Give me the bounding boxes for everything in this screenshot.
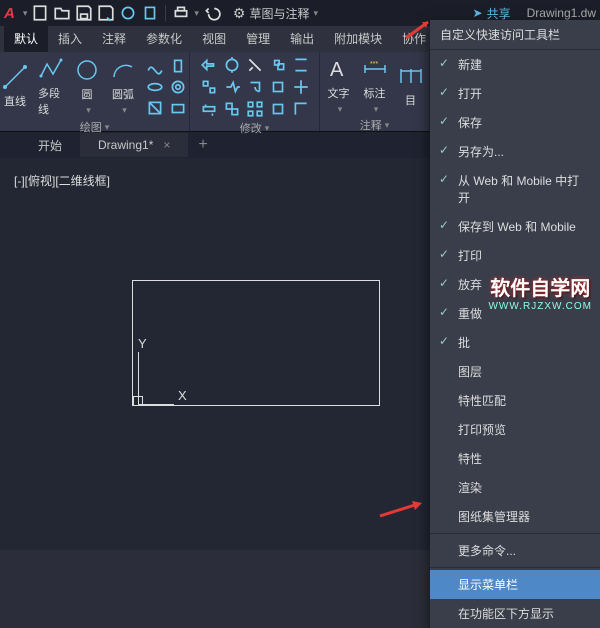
menu-separator bbox=[430, 533, 600, 534]
polyline-button[interactable]: 多段线 bbox=[38, 56, 64, 117]
axis-y-label: Y bbox=[138, 336, 147, 351]
ribbon-tab-parametric[interactable]: 参数化 bbox=[136, 25, 192, 52]
drawn-rectangle[interactable] bbox=[132, 280, 380, 406]
svg-text:A: A bbox=[330, 59, 344, 81]
workspace-label: 草图与注释 bbox=[249, 5, 309, 22]
menu-item-render[interactable]: 渲染 bbox=[430, 473, 600, 502]
table-button[interactable]: 目 bbox=[398, 63, 424, 108]
ucs-origin bbox=[133, 396, 143, 406]
print-icon[interactable] bbox=[172, 4, 190, 22]
web-open-icon[interactable] bbox=[119, 4, 137, 22]
web-save-icon[interactable] bbox=[141, 4, 159, 22]
doc-tab-start[interactable]: 开始 bbox=[20, 132, 80, 159]
panel-annot: A文字 ***标注 目 注释▾ bbox=[320, 52, 430, 131]
line-button[interactable]: 直线 bbox=[2, 64, 28, 109]
annotation-arrow-2 bbox=[378, 498, 424, 520]
panel-modify-label: 修改 bbox=[240, 120, 262, 136]
ribbon-tab-manage[interactable]: 管理 bbox=[236, 25, 280, 52]
qat-caret[interactable]: ▾ bbox=[194, 8, 199, 19]
menu-item-showbelow[interactable]: 在功能区下方显示 bbox=[430, 599, 600, 628]
qat-customize-menu: 自定义快速访问工具栏 新建 打开 保存 另存为... 从 Web 和 Mobil… bbox=[430, 20, 600, 628]
panel-modify: 修改▾ bbox=[190, 52, 320, 131]
app-menu-caret[interactable]: ▾ bbox=[23, 8, 28, 19]
menu-header: 自定义快速访问工具栏 bbox=[430, 20, 600, 50]
menu-item-webopen[interactable]: 从 Web 和 Mobile 中打开 bbox=[430, 166, 600, 212]
menu-item-websave[interactable]: 保存到 Web 和 Mobile bbox=[430, 212, 600, 241]
gear-icon: ⚙ bbox=[233, 5, 246, 22]
menu-item-sheetset[interactable]: 图纸集管理器 bbox=[430, 502, 600, 531]
document-name: Drawing1.dw bbox=[527, 6, 596, 20]
share-button[interactable]: ➤ 共享 bbox=[473, 5, 511, 22]
undo-icon[interactable] bbox=[203, 4, 221, 22]
ribbon-tab-insert[interactable]: 插入 bbox=[48, 25, 92, 52]
menu-item-print[interactable]: 打印 bbox=[430, 241, 600, 270]
menu-item-partial[interactable]: 批 bbox=[430, 328, 600, 357]
annotation-arrow-1 bbox=[404, 18, 434, 40]
menu-item-open[interactable]: 打开 bbox=[430, 79, 600, 108]
menu-item-showmenubar[interactable]: 显示菜单栏 bbox=[430, 570, 600, 599]
ucs-x-axis bbox=[138, 404, 174, 405]
chevron-down-icon: ▾ bbox=[313, 8, 318, 19]
ribbon-tab-view[interactable]: 视图 bbox=[192, 25, 236, 52]
menu-item-properties[interactable]: 特性 bbox=[430, 444, 600, 473]
menu-item-printpreview[interactable]: 打印预览 bbox=[430, 415, 600, 444]
dim-button[interactable]: ***标注 bbox=[362, 56, 388, 115]
menu-item-new[interactable]: 新建 bbox=[430, 50, 600, 79]
new-icon[interactable] bbox=[31, 4, 49, 22]
saveas-icon[interactable] bbox=[97, 4, 115, 22]
ribbon-tab-output[interactable]: 输出 bbox=[280, 25, 324, 52]
modify-row1[interactable] bbox=[200, 56, 310, 74]
ribbon-tab-addins[interactable]: 附加模块 bbox=[324, 25, 392, 52]
open-icon[interactable] bbox=[53, 4, 71, 22]
save-icon[interactable] bbox=[75, 4, 93, 22]
share-label: 共享 bbox=[487, 5, 511, 22]
text-button[interactable]: A文字 bbox=[326, 56, 352, 115]
menu-separator bbox=[430, 567, 600, 568]
menu-item-matchprop[interactable]: 特性匹配 bbox=[430, 386, 600, 415]
draw-row2[interactable] bbox=[146, 78, 187, 96]
doc-tab-add[interactable]: + bbox=[188, 136, 217, 154]
menu-item-layer[interactable]: 图层 bbox=[430, 357, 600, 386]
svg-text:***: *** bbox=[370, 61, 378, 68]
viewport-label[interactable]: [-][俯视][二维线框] bbox=[14, 172, 110, 189]
axis-x-label: X bbox=[178, 388, 187, 403]
ribbon-tab-default[interactable]: 默认 bbox=[4, 25, 48, 52]
panel-draw: 直线 多段线 圆 圆弧 绘图▾ bbox=[0, 52, 190, 131]
circle-button[interactable]: 圆 bbox=[74, 57, 100, 116]
ribbon-tab-annotate[interactable]: 注释 bbox=[92, 25, 136, 52]
watermark-text: 软件自学网 bbox=[488, 272, 592, 301]
watermark: 软件自学网 WWW.RJZXW.COM bbox=[488, 272, 592, 312]
menu-item-save[interactable]: 保存 bbox=[430, 108, 600, 137]
qat-separator bbox=[165, 5, 166, 21]
modify-row3[interactable] bbox=[200, 100, 310, 118]
workspace-selector[interactable]: ⚙ 草图与注释 ▾ bbox=[233, 5, 318, 22]
draw-row3[interactable] bbox=[146, 99, 187, 117]
draw-row1[interactable] bbox=[146, 57, 187, 75]
watermark-url: WWW.RJZXW.COM bbox=[488, 301, 592, 312]
panel-annot-label: 注释 bbox=[360, 117, 382, 133]
menu-item-saveas[interactable]: 另存为... bbox=[430, 137, 600, 166]
app-logo: A bbox=[4, 5, 15, 22]
doc-tab-drawing1[interactable]: Drawing1* bbox=[80, 133, 188, 157]
menu-item-more[interactable]: 更多命令... bbox=[430, 536, 600, 565]
modify-row2[interactable] bbox=[200, 78, 310, 96]
paper-plane-icon: ➤ bbox=[473, 6, 483, 20]
arc-button[interactable]: 圆弧 bbox=[110, 57, 136, 116]
